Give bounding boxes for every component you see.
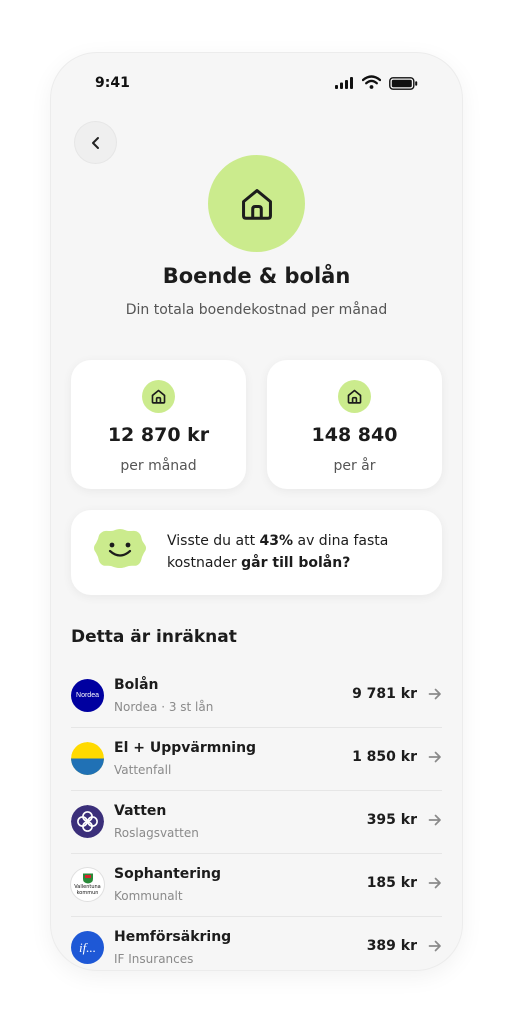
battery-icon <box>389 77 418 90</box>
house-icon-badge <box>338 380 371 413</box>
monthly-cost-label: per månad <box>120 458 197 474</box>
signal-icon <box>335 77 353 89</box>
wifi-icon <box>362 75 381 89</box>
section-title: Detta är inräknat <box>71 627 237 647</box>
cost-items-list: Nordea Bolån Nordea · 3 st lån 9 781 kr … <box>71 665 442 970</box>
item-amount: 185 kr <box>366 875 417 891</box>
vallentuna-logo: Vallentuna kommun <box>71 868 104 901</box>
status-time: 9:41 <box>95 75 130 91</box>
item-name: Vatten <box>114 803 167 819</box>
insight-text: Visste du att 43% av dina fasta kostnade… <box>167 533 389 571</box>
list-item-vatten[interactable]: Vatten Roslagsvatten 395 kr <box>71 791 442 854</box>
chevron-left-icon <box>91 136 99 149</box>
house-icon <box>347 389 362 404</box>
list-item-hemforsakring[interactable]: if... Hemförsäkring IF Insurances 389 kr <box>71 917 442 970</box>
monthly-cost-card: 12 870 kr per månad <box>71 360 246 489</box>
house-icon <box>241 188 272 220</box>
yearly-cost-value: 148 840 <box>311 424 398 446</box>
insight-card[interactable]: Visste du att 43% av dina fasta kostnade… <box>71 510 442 595</box>
coat-of-arms-icon <box>82 873 93 884</box>
if-logo: if... <box>71 931 104 964</box>
item-name: Sophantering <box>114 866 221 882</box>
monthly-cost-value: 12 870 kr <box>107 424 210 446</box>
page-title: Boende & bolån <box>162 264 351 288</box>
arrow-right-icon <box>428 688 441 700</box>
vattenfall-logo <box>71 742 104 775</box>
item-subtitle: IF Insurances <box>114 952 194 966</box>
house-icon-badge <box>142 380 175 413</box>
yearly-cost-card: 148 840 per år <box>267 360 442 489</box>
arrow-right-icon <box>428 751 441 763</box>
item-subtitle: Roslagsvatten <box>114 826 199 840</box>
item-amount: 395 kr <box>366 812 417 828</box>
item-name: El + Uppvärmning <box>114 740 257 756</box>
yearly-cost-label: per år <box>333 458 376 474</box>
item-name: Hemförsäkring <box>114 929 232 945</box>
arrow-right-icon <box>428 940 441 952</box>
hero-house-badge <box>208 155 305 252</box>
smiley-badge-icon <box>94 529 146 568</box>
item-name: Bolån <box>114 677 159 693</box>
arrow-right-icon <box>428 814 441 826</box>
item-amount: 9 781 kr <box>352 686 417 702</box>
item-amount: 389 kr <box>366 938 417 954</box>
list-item-el[interactable]: El + Uppvärmning Vattenfall 1 850 kr <box>71 728 442 791</box>
roslagsvatten-logo <box>71 805 104 838</box>
status-bar: 9:41 <box>51 53 462 113</box>
list-item-bolan[interactable]: Nordea Bolån Nordea · 3 st lån 9 781 kr <box>71 665 442 728</box>
item-subtitle: Nordea · 3 st lån <box>114 700 214 714</box>
back-button[interactable] <box>75 122 116 163</box>
arrow-right-icon <box>428 877 441 889</box>
item-subtitle: Vattenfall <box>114 763 172 777</box>
house-icon <box>151 389 166 404</box>
nordea-logo: Nordea <box>71 679 104 712</box>
item-subtitle: Kommunalt <box>114 889 183 903</box>
list-item-sophantering[interactable]: Vallentuna kommun Sophantering Kommunalt… <box>71 854 442 917</box>
item-amount: 1 850 kr <box>352 749 417 765</box>
phone-frame: 9:41 Boende & bolån Din totala boendekos… <box>51 53 462 970</box>
page-subtitle: Din totala boendekostnad per månad <box>125 302 388 318</box>
